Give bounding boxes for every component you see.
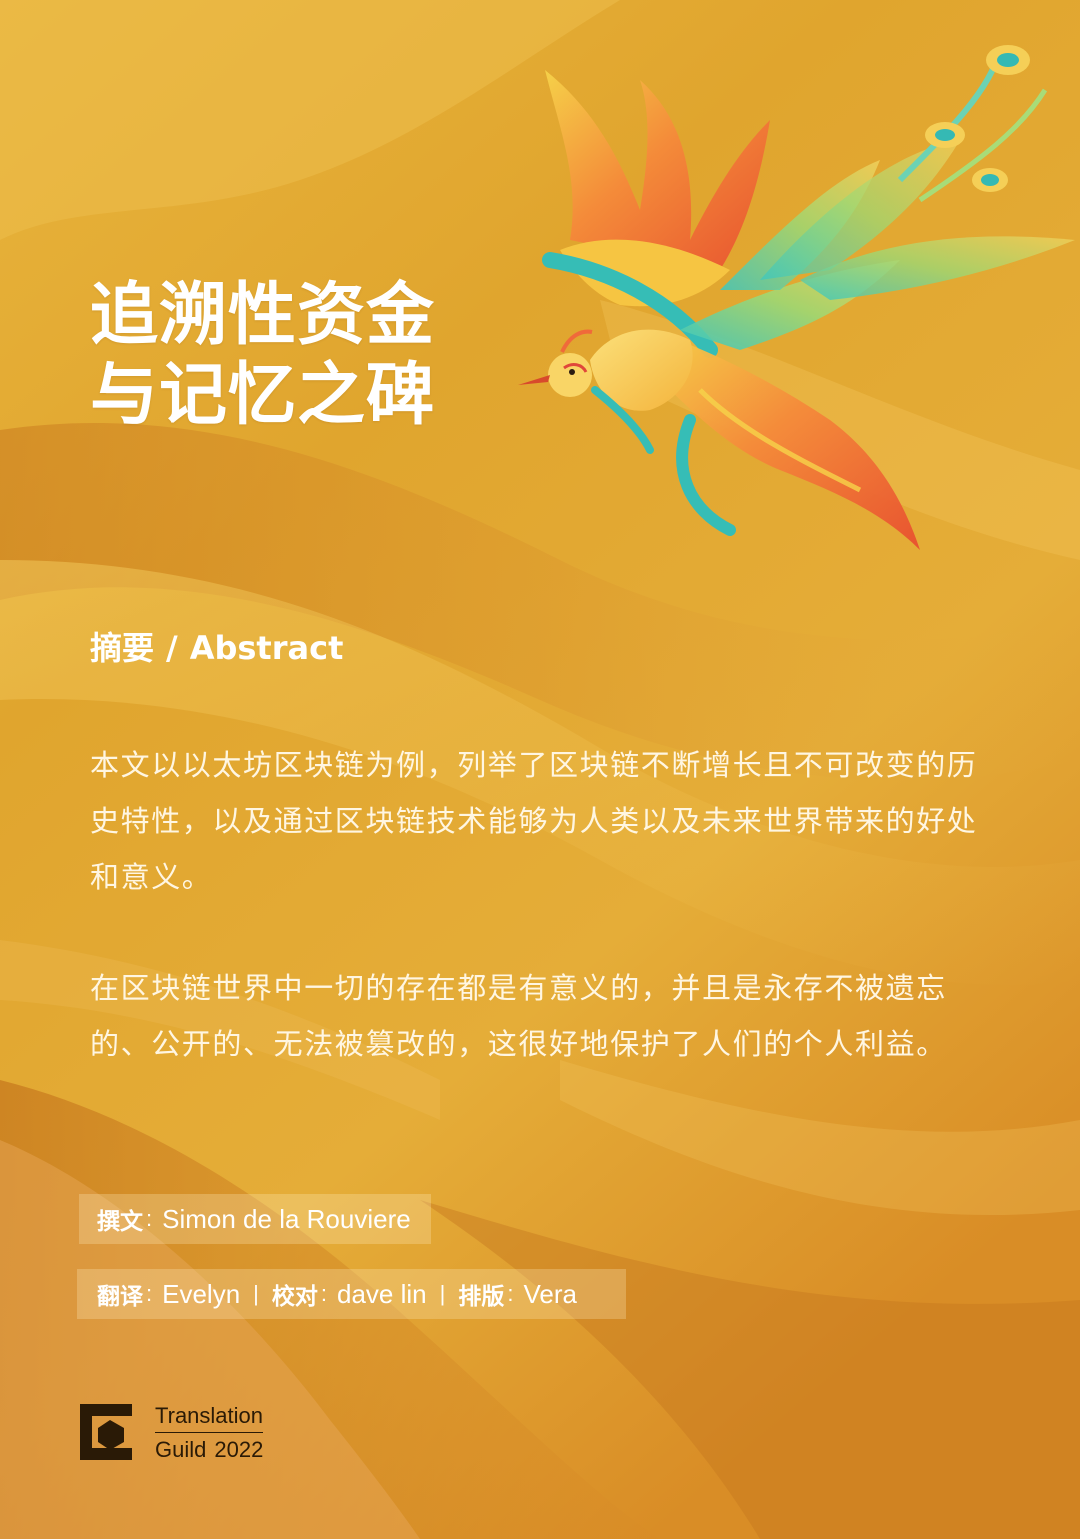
title-line-2: 与记忆之碑 bbox=[90, 356, 436, 435]
author-name: Simon de la Rouviere bbox=[162, 1203, 411, 1234]
layout-name: Vera bbox=[523, 1278, 577, 1309]
author-colon: : bbox=[146, 1206, 153, 1231]
proofreader-name: dave lin bbox=[337, 1278, 427, 1309]
logo-text-line-2: Guild 2022 bbox=[155, 1433, 263, 1464]
translation-guild-logo: Translation Guild 2022 bbox=[80, 1402, 263, 1464]
abstract-heading-en: Abstract bbox=[189, 629, 344, 667]
credit-divider: | bbox=[253, 1281, 259, 1306]
translation-guild-logo-icon bbox=[80, 1404, 132, 1460]
logo-guild-word: Guild bbox=[155, 1437, 207, 1462]
abstract-heading-separator: / bbox=[166, 629, 178, 667]
abstract-paragraph-2: 在区块链世界中一切的存在都是有意义的，并且是永存不被遗忘的、公开的、无法被篡改的… bbox=[90, 971, 947, 1061]
proofreader-colon: : bbox=[320, 1281, 328, 1306]
translator-name: Evelyn bbox=[162, 1278, 241, 1309]
team-credits: 翻译: Evelyn | 校对: dave lin | 排版: Vera bbox=[77, 1269, 626, 1319]
abstract-paragraph-1: 本文以以太坊区块链为例，列举了区块链不断增长且不可改变的历史特性，以及通过区块链… bbox=[90, 748, 978, 894]
poster-title: 追溯性资金 与记忆之碑 bbox=[90, 276, 435, 436]
title-line-1: 追溯性资金 bbox=[90, 276, 436, 355]
phoenix-illustration bbox=[518, 45, 1075, 550]
layout-label: 排版 bbox=[458, 1284, 505, 1310]
logo-wordmark: Translation Guild 2022 bbox=[155, 1402, 263, 1464]
layout-colon: : bbox=[507, 1281, 514, 1306]
abstract-heading: 摘要 / Abstract bbox=[90, 626, 343, 670]
credit-divider: | bbox=[439, 1281, 446, 1306]
logo-year: 2022 bbox=[214, 1437, 264, 1462]
translator-label: 翻译 bbox=[97, 1284, 143, 1310]
translator-colon: : bbox=[146, 1281, 153, 1306]
author-label: 撰文 bbox=[97, 1209, 143, 1235]
proofreader-label: 校对 bbox=[271, 1284, 318, 1310]
abstract-heading-zh: 摘要 bbox=[90, 629, 155, 667]
author-credit: 撰文: Simon de la Rouviere bbox=[79, 1194, 431, 1244]
logo-text-line-1: Translation bbox=[155, 1402, 263, 1433]
